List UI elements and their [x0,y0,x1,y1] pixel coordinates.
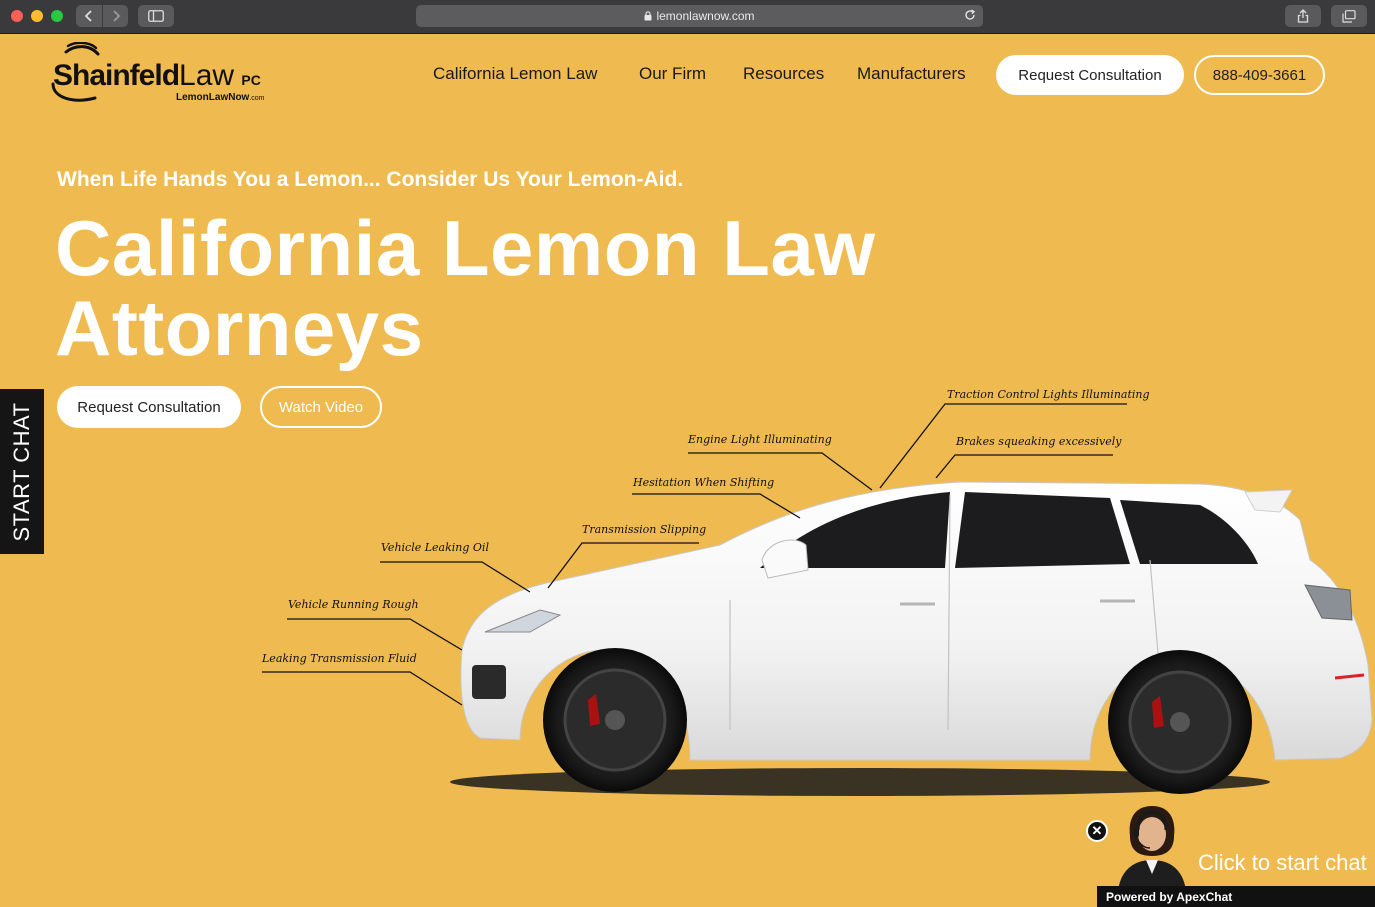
chat-agent-avatar [1118,806,1186,892]
car-diagram: Traction Control Lights Illuminating Eng… [261,388,1373,796]
callout-brakes: Brakes squeaking excessively [955,435,1122,448]
car-rear-hub [1170,712,1190,732]
callout-line-running-rough [287,618,463,651]
close-icon[interactable]: ✕ [1086,820,1108,842]
car-grille [472,665,506,699]
callout-transmission-slipping: Transmission Slipping [582,523,706,536]
callout-running-rough: Vehicle Running Rough [288,598,419,611]
callout-transmission-fluid: Leaking Transmission Fluid [261,652,417,665]
callout-line-oil [380,561,531,593]
car-front-hub [605,710,625,730]
chat-powered-by: Powered by ApexChat [1097,886,1375,907]
chat-cta-text[interactable]: Click to start chat [1198,850,1367,876]
callout-line-transmission-fluid [262,671,463,706]
callout-engine-light: Engine Light Illuminating [687,433,832,446]
callout-hesitation: Hesitation When Shifting [632,476,774,489]
chat-widget[interactable]: ✕ Click to start chat Powered by ApexCha… [1084,800,1375,907]
start-chat-tab[interactable]: START CHAT [0,389,44,554]
callout-line-hesitation [632,493,801,519]
callout-oil-leak: Vehicle Leaking Oil [381,541,489,554]
callout-line-brakes [935,454,1113,479]
callout-traction-control: Traction Control Lights Illuminating [947,388,1150,401]
start-chat-label: START CHAT [9,401,34,542]
car-rear-window [955,492,1130,568]
